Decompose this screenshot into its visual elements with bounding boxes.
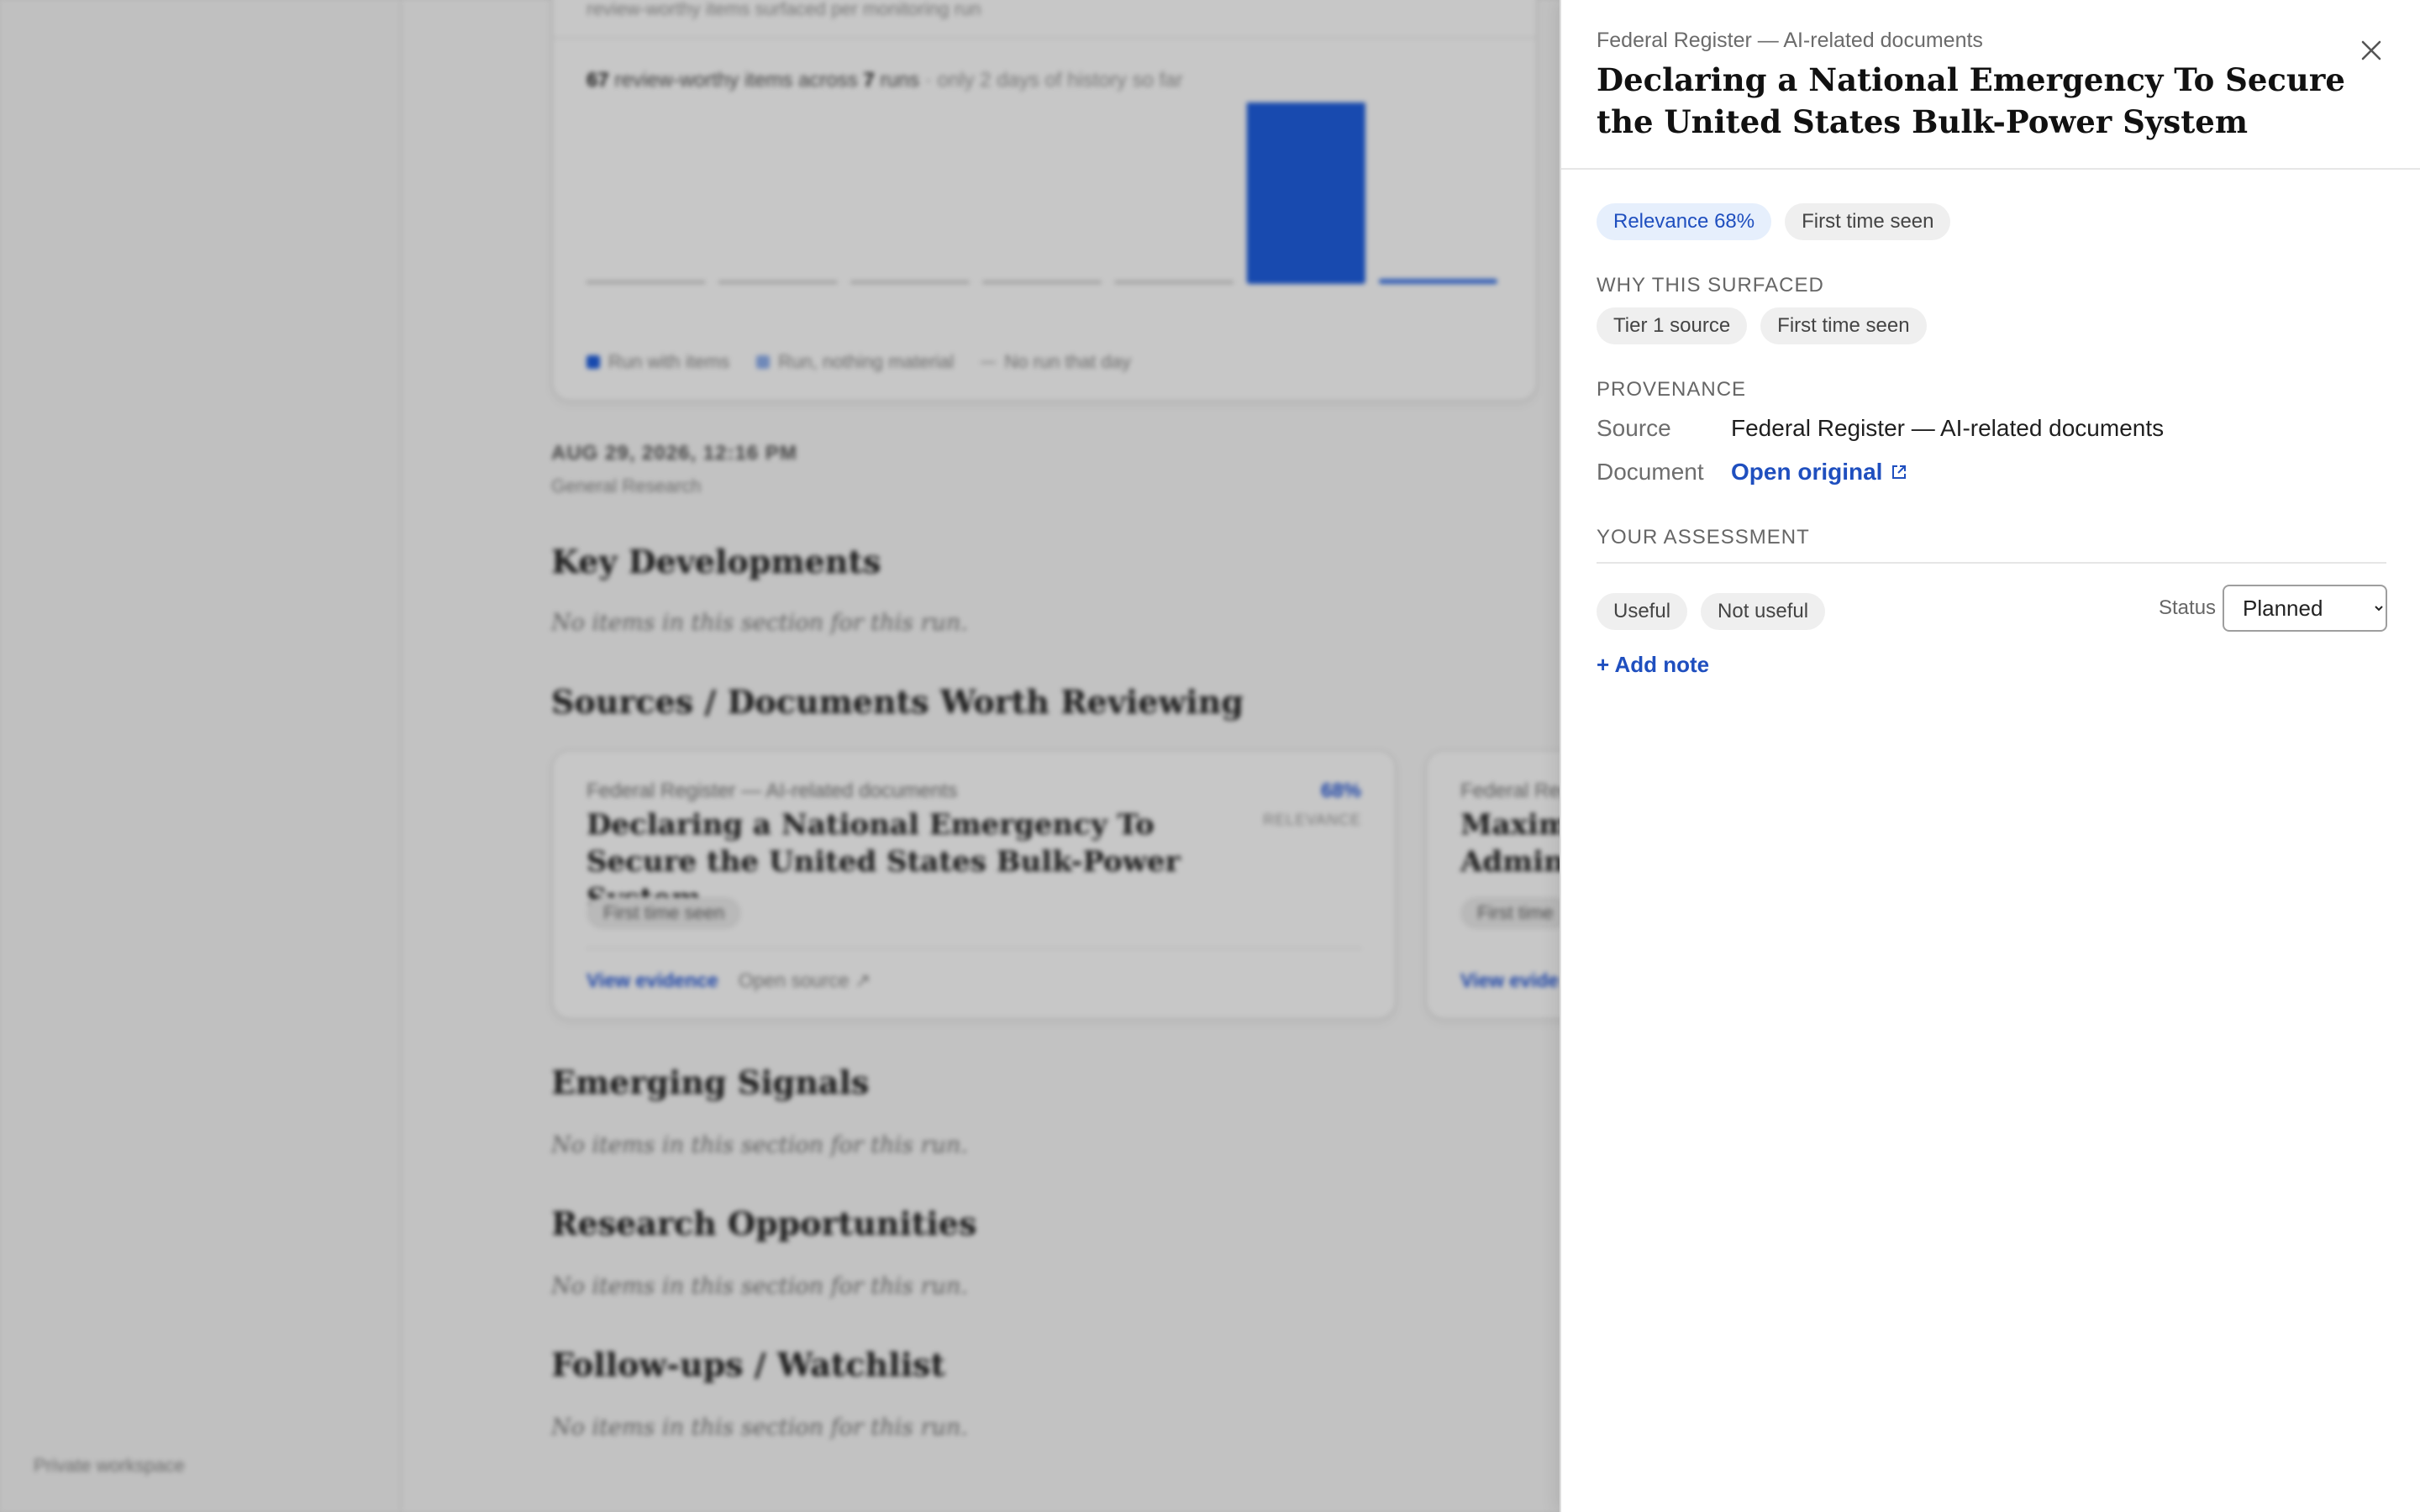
useful-button[interactable]: Useful bbox=[1597, 593, 1688, 630]
status-select[interactable]: Planned bbox=[2223, 585, 2387, 632]
document-label: Document bbox=[1597, 459, 1704, 485]
relevance-pill: Relevance 68% bbox=[1597, 203, 1772, 240]
status-label: Status bbox=[2159, 596, 2217, 619]
assessment-buttons: Useful Not useful bbox=[1597, 593, 1826, 630]
drawer-source: Federal Register — AI-related documents bbox=[1597, 29, 1983, 52]
not-useful-button[interactable]: Not useful bbox=[1701, 593, 1826, 630]
close-button[interactable] bbox=[2354, 34, 2388, 67]
drawer-header: Federal Register — AI-related documents … bbox=[1561, 0, 2420, 170]
source-label: Source bbox=[1597, 415, 1671, 441]
drawer-title: Declaring a National Emergency To Secure… bbox=[1597, 61, 2345, 140]
add-note-button[interactable]: + Add note bbox=[1597, 652, 1709, 678]
drawer-pills: Relevance 68% First time seen bbox=[1597, 203, 1951, 240]
close-icon bbox=[2361, 40, 2381, 60]
evidence-drawer: Federal Register — AI-related documents … bbox=[1560, 0, 2420, 1512]
why-surfaced-tags: Tier 1 source First time seen bbox=[1597, 307, 1927, 344]
provenance-heading: PROVENANCE bbox=[1597, 378, 1747, 401]
modal-backdrop[interactable] bbox=[0, 0, 1560, 1512]
divider bbox=[1597, 562, 2386, 564]
tag-tier-1-source: Tier 1 source bbox=[1597, 307, 1748, 344]
first-seen-pill: First time seen bbox=[1785, 203, 1951, 240]
tag-first-time-seen: First time seen bbox=[1760, 307, 1927, 344]
source-value: Federal Register — AI-related documents bbox=[1731, 415, 2165, 441]
assessment-heading: YOUR ASSESSMENT bbox=[1597, 526, 1810, 549]
open-original-label: Open original bbox=[1731, 459, 1883, 485]
external-link-icon bbox=[1892, 465, 1907, 479]
why-surfaced-heading: WHY THIS SURFACED bbox=[1597, 274, 1824, 297]
open-original-link[interactable]: Open original bbox=[1731, 459, 1907, 486]
